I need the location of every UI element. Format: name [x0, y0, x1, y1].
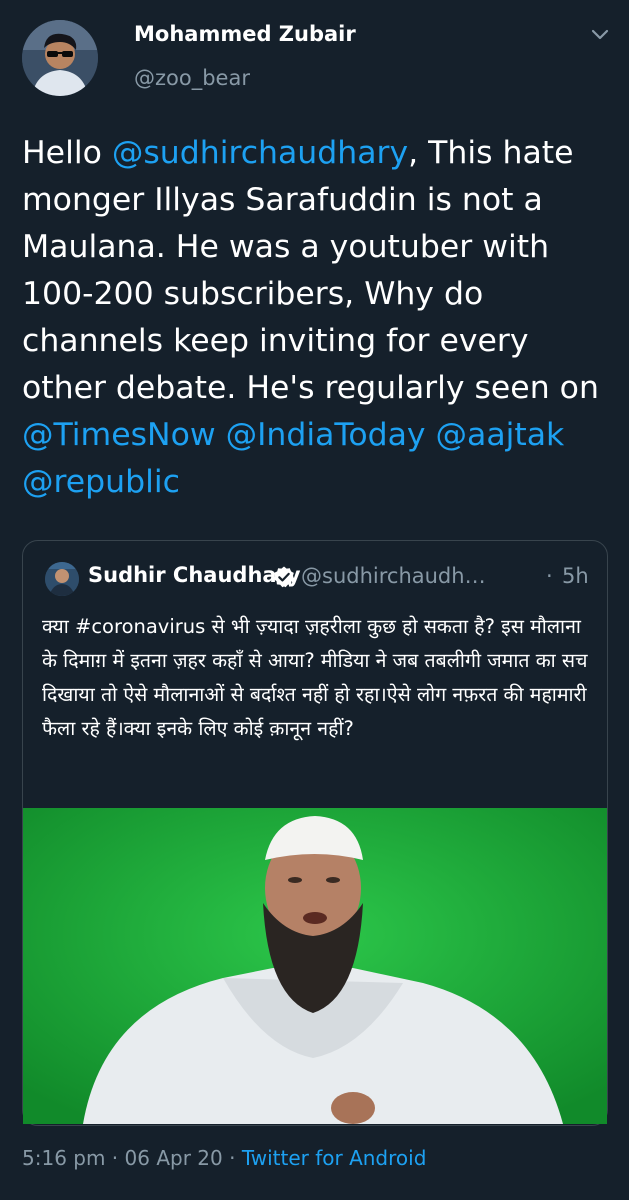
mention-link[interactable]: @aajtak	[436, 417, 565, 453]
tweet-time: 5:16 pm	[22, 1146, 106, 1170]
mention-link[interactable]: @republic	[22, 464, 180, 500]
meta-separator: ·	[222, 1146, 242, 1170]
verified-badge-icon	[272, 565, 296, 589]
author-handle[interactable]: @zoo_bear	[134, 66, 250, 90]
tweet-date: 06 Apr 20	[124, 1146, 223, 1170]
chevron-down-icon[interactable]	[588, 26, 612, 44]
quoted-separator: ·	[546, 564, 553, 588]
mention-link[interactable]: @sudhirchaudhary	[112, 135, 408, 171]
tweet-text-segment: Hello	[22, 135, 112, 171]
quoted-timestamp[interactable]: 5h	[562, 564, 589, 588]
author-avatar[interactable]	[22, 20, 98, 96]
tweet-text-segment: , This hate monger Illyas Sarafuddin is …	[22, 135, 599, 406]
tweet-text-segment	[216, 417, 226, 453]
quoted-media-video[interactable]	[23, 808, 607, 1124]
quoted-tweet-text: क्या #coronavirus से भी ज़्यादा ज़हरीला …	[42, 615, 588, 740]
meta-separator: ·	[105, 1146, 125, 1170]
mention-link[interactable]: @TimesNow	[22, 417, 216, 453]
quoted-author-avatar[interactable]	[45, 562, 79, 596]
quoted-author-handle[interactable]: @sudhirchaudh…	[301, 564, 486, 588]
author-name[interactable]: Mohammed Zubair	[134, 22, 356, 46]
tweet-source-link[interactable]: Twitter for Android	[242, 1146, 427, 1170]
tweet-meta: 5:16 pm · 06 Apr 20 · Twitter for Androi…	[22, 1146, 426, 1170]
tweet-text-segment	[426, 417, 436, 453]
quoted-author-name[interactable]: Sudhir Chaudhary	[88, 563, 301, 587]
tweet-text: Hello @sudhirchaudhary, This hate monger…	[22, 130, 620, 506]
mention-link[interactable]: @IndiaToday	[226, 417, 426, 453]
